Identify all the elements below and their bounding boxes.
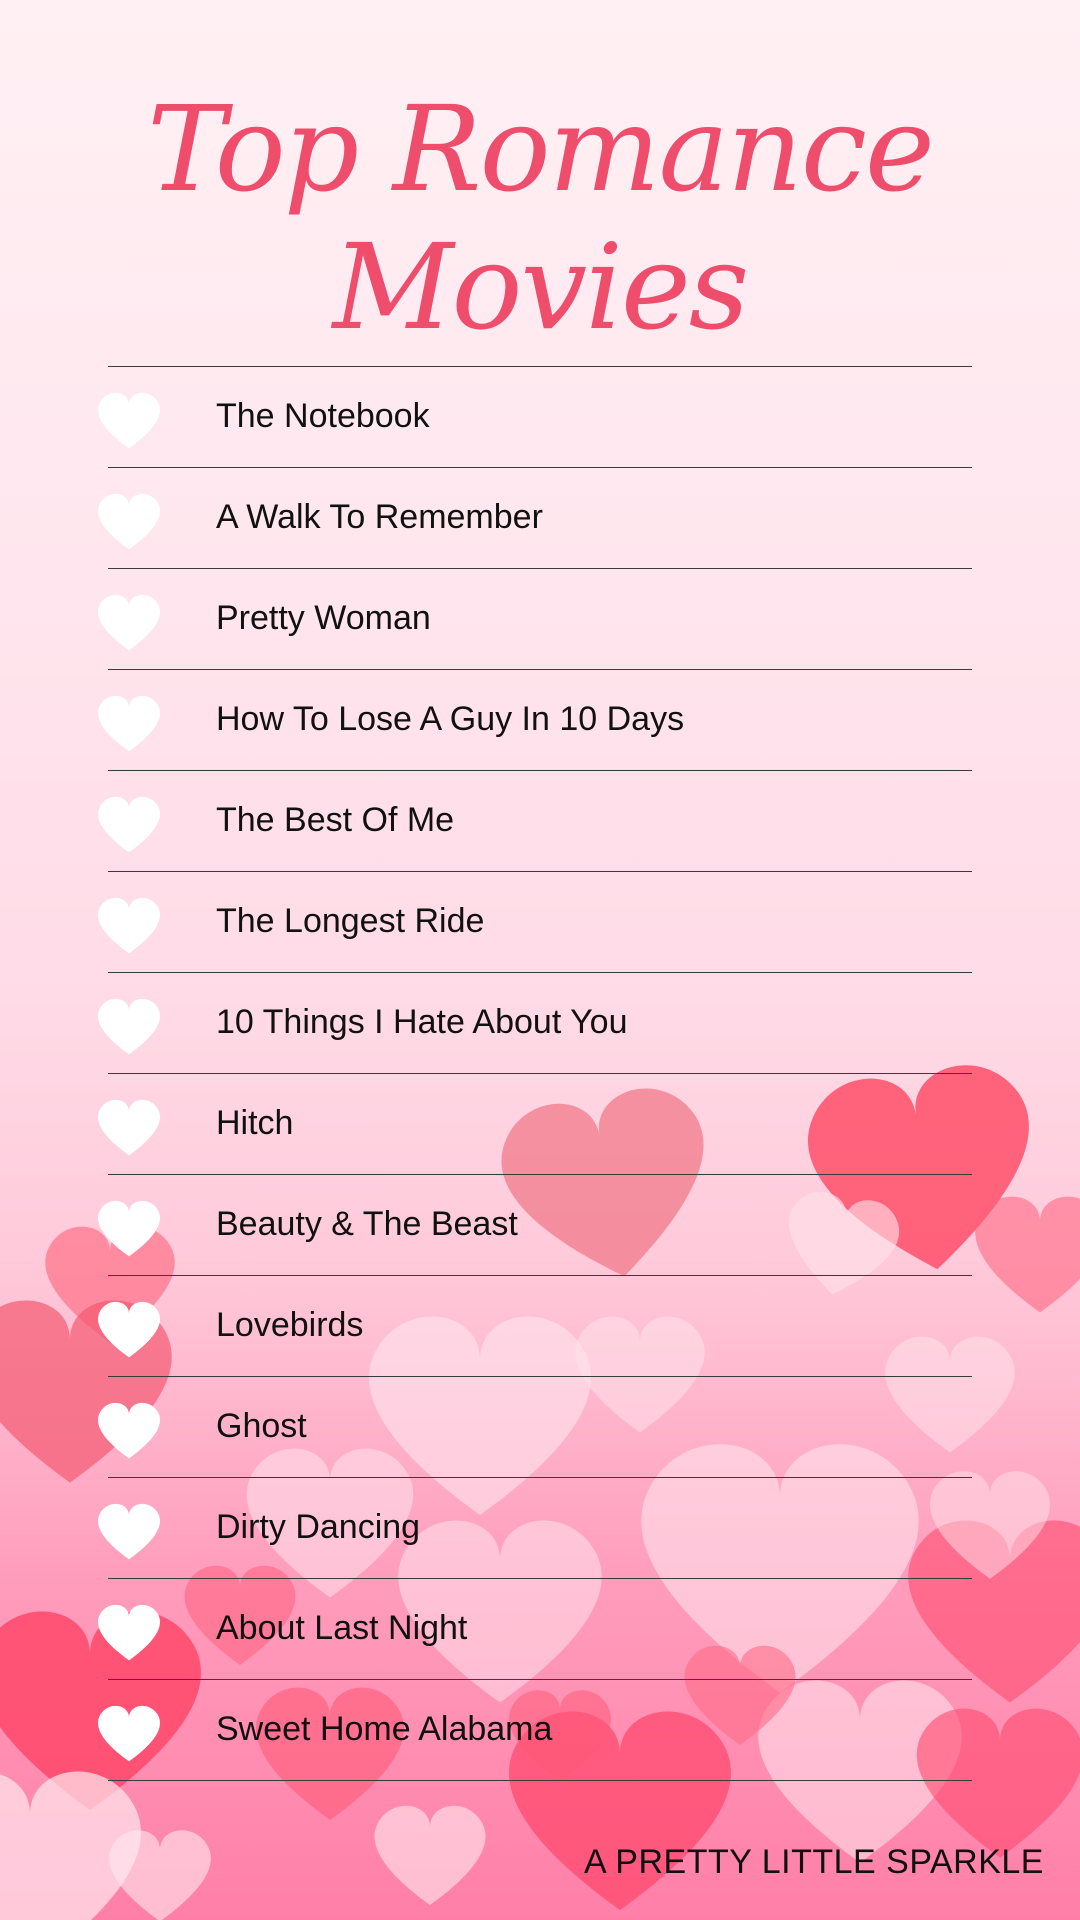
movie-title: Beauty & The Beast <box>216 1205 518 1243</box>
movie-title: 10 Things I Hate About You <box>216 1003 628 1041</box>
heart-icon <box>98 594 160 651</box>
list-item: Dirty Dancing <box>0 1477 1080 1578</box>
movie-title: Pretty Woman <box>216 599 431 637</box>
list-item: Sweet Home Alabama <box>0 1679 1080 1780</box>
movie-title: Ghost <box>216 1407 307 1445</box>
page-title: Top Romance Movies <box>147 80 935 356</box>
list-item: The Best Of Me <box>0 770 1080 871</box>
heart-icon <box>98 493 160 550</box>
movie-title: The Best Of Me <box>216 801 455 839</box>
movie-title: Lovebirds <box>216 1306 364 1344</box>
heart-icon <box>98 695 160 752</box>
movie-title: Hitch <box>216 1104 294 1142</box>
movie-title: Dirty Dancing <box>216 1508 421 1546</box>
movie-title: A Walk To Remember <box>216 498 543 536</box>
heart-icon <box>98 1301 160 1358</box>
heart-icon <box>98 1503 160 1560</box>
list-item: How To Lose A Guy In 10 Days <box>0 669 1080 770</box>
list-item: Lovebirds <box>0 1275 1080 1376</box>
heart-icon <box>98 796 160 853</box>
background-heart-icon <box>109 1830 211 1920</box>
heart-icon <box>98 1604 160 1661</box>
background-heart-icon <box>374 1805 486 1905</box>
list-item: About Last Night <box>0 1578 1080 1679</box>
heart-icon <box>98 998 160 1055</box>
heart-icon <box>98 1705 160 1762</box>
heart-icon <box>98 897 160 954</box>
heart-icon <box>98 1200 160 1257</box>
movie-title: How To Lose A Guy In 10 Days <box>216 700 685 738</box>
list-item: Ghost <box>0 1376 1080 1477</box>
list-item: Pretty Woman <box>0 568 1080 669</box>
list-item: A Walk To Remember <box>0 467 1080 568</box>
heart-icon <box>98 1402 160 1459</box>
movie-title: About Last Night <box>216 1609 468 1647</box>
movie-title: The Notebook <box>216 397 430 435</box>
heart-icon <box>98 1099 160 1156</box>
list-item: Beauty & The Beast <box>0 1174 1080 1275</box>
movie-title: The Longest Ride <box>216 902 485 940</box>
row-divider <box>108 1780 972 1781</box>
movie-title: Sweet Home Alabama <box>216 1710 553 1748</box>
list-item: The Notebook <box>0 366 1080 467</box>
list-item: 10 Things I Hate About You <box>0 972 1080 1073</box>
list-item: The Longest Ride <box>0 871 1080 972</box>
list-item: Hitch <box>0 1073 1080 1174</box>
heart-icon <box>98 392 160 449</box>
footer-brand: A PRETTY LITTLE SPARKLE <box>584 1843 1044 1881</box>
